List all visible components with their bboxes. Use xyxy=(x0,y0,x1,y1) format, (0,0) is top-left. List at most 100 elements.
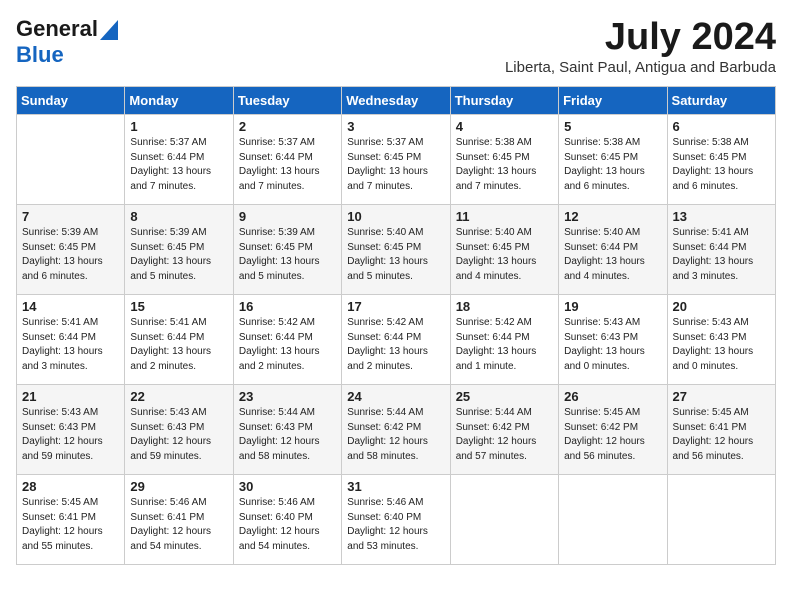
calendar-cell: 24Sunrise: 5:44 AM Sunset: 6:42 PM Dayli… xyxy=(342,385,450,475)
title-block: July 2024 Liberta, Saint Paul, Antigua a… xyxy=(505,16,776,76)
day-number: 31 xyxy=(347,479,444,494)
day-info: Sunrise: 5:44 AM Sunset: 6:42 PM Dayligh… xyxy=(456,406,553,464)
day-info: Sunrise: 5:43 AM Sunset: 6:43 PM Dayligh… xyxy=(564,316,661,374)
day-number: 12 xyxy=(564,209,661,224)
calendar-cell xyxy=(559,475,667,565)
day-number: 16 xyxy=(239,299,336,314)
day-number: 25 xyxy=(456,389,553,404)
day-number: 6 xyxy=(673,119,770,134)
day-info: Sunrise: 5:40 AM Sunset: 6:45 PM Dayligh… xyxy=(347,226,444,284)
day-number: 20 xyxy=(673,299,770,314)
location-title: Liberta, Saint Paul, Antigua and Barbuda xyxy=(505,59,776,76)
calendar-cell: 26Sunrise: 5:45 AM Sunset: 6:42 PM Dayli… xyxy=(559,385,667,475)
calendar-cell: 22Sunrise: 5:43 AM Sunset: 6:43 PM Dayli… xyxy=(125,385,233,475)
logo-text: General xyxy=(16,16,98,42)
day-number: 9 xyxy=(239,209,336,224)
day-info: Sunrise: 5:38 AM Sunset: 6:45 PM Dayligh… xyxy=(673,136,770,194)
day-info: Sunrise: 5:37 AM Sunset: 6:44 PM Dayligh… xyxy=(239,136,336,194)
calendar-cell: 29Sunrise: 5:46 AM Sunset: 6:41 PM Dayli… xyxy=(125,475,233,565)
day-number: 15 xyxy=(130,299,227,314)
calendar-cell: 6 Sunrise: 5:38 AM Sunset: 6:45 PM Daylig… xyxy=(667,115,775,205)
day-number: 18 xyxy=(456,299,553,314)
calendar-cell: 3 Sunrise: 5:37 AM Sunset: 6:45 PM Daylig… xyxy=(342,115,450,205)
dow-header-monday: Monday xyxy=(125,87,233,115)
day-info: Sunrise: 5:43 AM Sunset: 6:43 PM Dayligh… xyxy=(673,316,770,374)
day-number: 23 xyxy=(239,389,336,404)
calendar-cell xyxy=(17,115,125,205)
calendar-cell xyxy=(450,475,558,565)
day-number: 28 xyxy=(22,479,119,494)
calendar-cell: 19 Sunrise: 5:43 AM Sunset: 6:43 PM Dayli… xyxy=(559,295,667,385)
day-info: Sunrise: 5:46 AM Sunset: 6:40 PM Dayligh… xyxy=(239,496,336,554)
day-number: 4 xyxy=(456,119,553,134)
day-info: Sunrise: 5:41 AM Sunset: 6:44 PM Dayligh… xyxy=(22,316,119,374)
day-number: 14 xyxy=(22,299,119,314)
day-number: 13 xyxy=(673,209,770,224)
calendar-cell: 5Sunrise: 5:38 AM Sunset: 6:45 PM Daylig… xyxy=(559,115,667,205)
day-info: Sunrise: 5:41 AM Sunset: 6:44 PM Dayligh… xyxy=(130,316,227,374)
calendar-cell: 16 Sunrise: 5:42 AM Sunset: 6:44 PM Dayli… xyxy=(233,295,341,385)
day-info: Sunrise: 5:43 AM Sunset: 6:43 PM Dayligh… xyxy=(22,406,119,464)
day-number: 5 xyxy=(564,119,661,134)
day-number: 17 xyxy=(347,299,444,314)
day-number: 21 xyxy=(22,389,119,404)
day-number: 3 xyxy=(347,119,444,134)
day-info: Sunrise: 5:42 AM Sunset: 6:44 PM Dayligh… xyxy=(456,316,553,374)
dow-header-thursday: Thursday xyxy=(450,87,558,115)
day-number: 19 xyxy=(564,299,661,314)
day-info: Sunrise: 5:40 AM Sunset: 6:44 PM Dayligh… xyxy=(564,226,661,284)
dow-header-wednesday: Wednesday xyxy=(342,87,450,115)
logo: General Blue xyxy=(16,16,118,68)
day-number: 1 xyxy=(130,119,227,134)
calendar-cell: 28 Sunrise: 5:45 AM Sunset: 6:41 PM Dayli… xyxy=(17,475,125,565)
day-number: 10 xyxy=(347,209,444,224)
calendar-cell: 15 Sunrise: 5:41 AM Sunset: 6:44 PM Dayli… xyxy=(125,295,233,385)
dow-header-sunday: Sunday xyxy=(17,87,125,115)
month-title: July 2024 xyxy=(505,16,776,59)
day-info: Sunrise: 5:46 AM Sunset: 6:41 PM Dayligh… xyxy=(130,496,227,554)
day-number: 30 xyxy=(239,479,336,494)
calendar-cell: 27 Sunrise: 5:45 AM Sunset: 6:41 PM Dayli… xyxy=(667,385,775,475)
day-info: Sunrise: 5:40 AM Sunset: 6:45 PM Dayligh… xyxy=(456,226,553,284)
day-number: 8 xyxy=(130,209,227,224)
day-info: Sunrise: 5:38 AM Sunset: 6:45 PM Dayligh… xyxy=(456,136,553,194)
calendar-cell: 9 Sunrise: 5:39 AM Sunset: 6:45 PM Daylig… xyxy=(233,205,341,295)
calendar-cell: 18 Sunrise: 5:42 AM Sunset: 6:44 PM Dayli… xyxy=(450,295,558,385)
calendar-cell: 7 Sunrise: 5:39 AM Sunset: 6:45 PM Daylig… xyxy=(17,205,125,295)
day-info: Sunrise: 5:37 AM Sunset: 6:45 PM Dayligh… xyxy=(347,136,444,194)
calendar-cell: 1 Sunrise: 5:37 AM Sunset: 6:44 PM Daylig… xyxy=(125,115,233,205)
day-info: Sunrise: 5:41 AM Sunset: 6:44 PM Dayligh… xyxy=(673,226,770,284)
calendar-cell: 25 Sunrise: 5:44 AM Sunset: 6:42 PM Dayli… xyxy=(450,385,558,475)
day-info: Sunrise: 5:37 AM Sunset: 6:44 PM Dayligh… xyxy=(130,136,227,194)
day-number: 7 xyxy=(22,209,119,224)
calendar-cell: 21 Sunrise: 5:43 AM Sunset: 6:43 PM Dayli… xyxy=(17,385,125,475)
calendar-cell: 20 Sunrise: 5:43 AM Sunset: 6:43 PM Dayli… xyxy=(667,295,775,385)
day-info: Sunrise: 5:39 AM Sunset: 6:45 PM Dayligh… xyxy=(239,226,336,284)
dow-header-saturday: Saturday xyxy=(667,87,775,115)
day-number: 26 xyxy=(564,389,661,404)
logo-blue-text: Blue xyxy=(16,42,64,67)
day-number: 2 xyxy=(239,119,336,134)
day-info: Sunrise: 5:44 AM Sunset: 6:42 PM Dayligh… xyxy=(347,406,444,464)
day-number: 22 xyxy=(130,389,227,404)
calendar-cell: 14 Sunrise: 5:41 AM Sunset: 6:44 PM Dayli… xyxy=(17,295,125,385)
day-info: Sunrise: 5:42 AM Sunset: 6:44 PM Dayligh… xyxy=(347,316,444,374)
calendar-cell: 23 Sunrise: 5:44 AM Sunset: 6:43 PM Dayli… xyxy=(233,385,341,475)
day-info: Sunrise: 5:46 AM Sunset: 6:40 PM Dayligh… xyxy=(347,496,444,554)
calendar-cell: 12 Sunrise: 5:40 AM Sunset: 6:44 PM Dayli… xyxy=(559,205,667,295)
calendar-cell: 17 Sunrise: 5:42 AM Sunset: 6:44 PM Dayli… xyxy=(342,295,450,385)
day-info: Sunrise: 5:39 AM Sunset: 6:45 PM Dayligh… xyxy=(22,226,119,284)
calendar-table: SundayMondayTuesdayWednesdayThursdayFrid… xyxy=(16,86,776,565)
calendar-cell: 13 Sunrise: 5:41 AM Sunset: 6:44 PM Dayli… xyxy=(667,205,775,295)
calendar-cell: 2 Sunrise: 5:37 AM Sunset: 6:44 PM Daylig… xyxy=(233,115,341,205)
day-info: Sunrise: 5:45 AM Sunset: 6:41 PM Dayligh… xyxy=(673,406,770,464)
day-info: Sunrise: 5:44 AM Sunset: 6:43 PM Dayligh… xyxy=(239,406,336,464)
calendar-cell: 4 Sunrise: 5:38 AM Sunset: 6:45 PM Daylig… xyxy=(450,115,558,205)
day-info: Sunrise: 5:45 AM Sunset: 6:41 PM Dayligh… xyxy=(22,496,119,554)
day-number: 11 xyxy=(456,209,553,224)
day-info: Sunrise: 5:42 AM Sunset: 6:44 PM Dayligh… xyxy=(239,316,336,374)
logo-icon xyxy=(100,20,118,40)
day-number: 27 xyxy=(673,389,770,404)
dow-header-friday: Friday xyxy=(559,87,667,115)
day-info: Sunrise: 5:39 AM Sunset: 6:45 PM Dayligh… xyxy=(130,226,227,284)
